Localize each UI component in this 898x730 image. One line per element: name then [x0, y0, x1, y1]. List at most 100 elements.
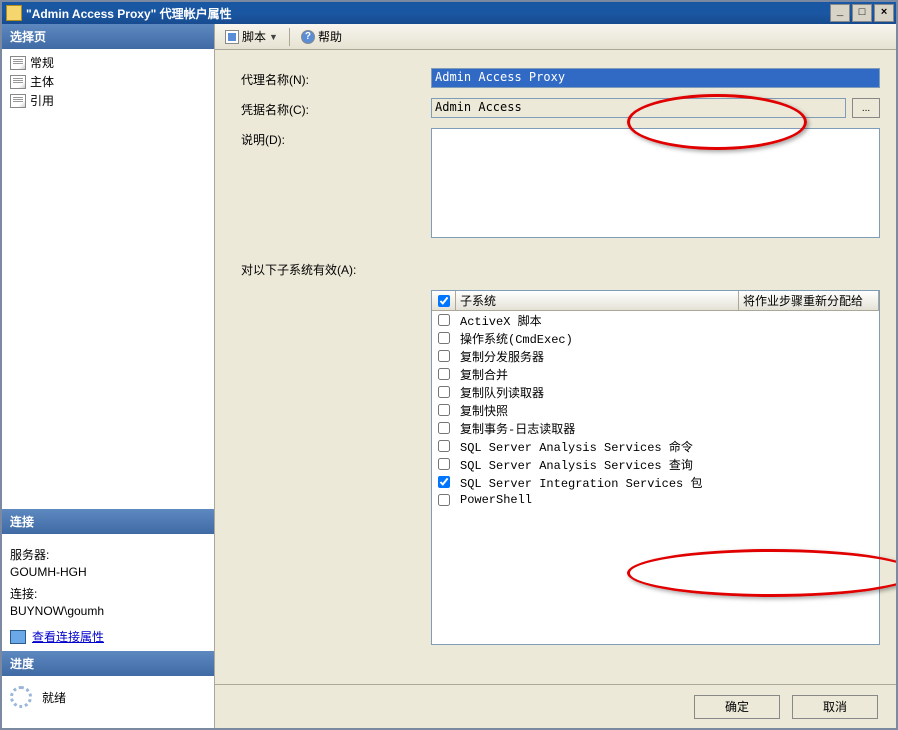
dialog-body: 选择页 常规 主体 引用 连接 服务器: GOUMH-HGH: [2, 24, 896, 728]
select-all-checkbox[interactable]: [438, 295, 450, 307]
row-checkbox[interactable]: [438, 440, 450, 452]
proxy-name-input[interactable]: Admin Access Proxy: [431, 68, 880, 88]
table-row[interactable]: 复制快照: [432, 401, 879, 419]
active-subsystems-label: 对以下子系统有效(A):: [241, 261, 880, 278]
select-page-header: 选择页: [2, 24, 214, 49]
cancel-button[interactable]: 取消: [792, 695, 878, 719]
script-button[interactable]: 脚本 ▼: [221, 26, 282, 47]
row-label: 操作系统(CmdExec): [456, 330, 739, 347]
page-icon: [10, 75, 26, 89]
row-checkbox[interactable]: [438, 458, 450, 470]
row-checkbox-cell: [432, 440, 456, 452]
right-pane: 脚本 ▼ ? 帮助 代理名称(N): Admin Access Proxy: [215, 24, 896, 728]
nav-label: 引用: [30, 92, 54, 109]
nav-label: 常规: [30, 54, 54, 71]
table-row[interactable]: 复制分发服务器: [432, 347, 879, 365]
row-checkbox[interactable]: [438, 350, 450, 362]
toolbar: 脚本 ▼ ? 帮助: [215, 24, 896, 50]
titlebar[interactable]: "Admin Access Proxy" 代理帐户属性 _ □ ×: [2, 2, 896, 24]
maximize-button[interactable]: □: [852, 4, 872, 22]
grid-body: ActiveX 脚本操作系统(CmdExec)复制分发服务器复制合并复制队列读取…: [432, 311, 879, 509]
row-label: 复制事务-日志读取器: [456, 420, 739, 437]
spinner-icon: [10, 686, 32, 708]
connection-panel: 服务器: GOUMH-HGH 连接: BUYNOW\goumh 查看连接属性: [2, 534, 214, 651]
row-checkbox[interactable]: [438, 332, 450, 344]
grid-header-check[interactable]: [432, 291, 456, 310]
row-checkbox-cell: [432, 458, 456, 470]
left-pane: 选择页 常规 主体 引用 连接 服务器: GOUMH-HGH: [2, 24, 215, 728]
script-label: 脚本: [242, 28, 266, 45]
nav-item-principals[interactable]: 主体: [8, 72, 208, 91]
form-area: 代理名称(N): Admin Access Proxy 凭据名称(C): Adm…: [215, 50, 896, 684]
grid-header-subsystem[interactable]: 子系统: [456, 291, 739, 310]
row-checkbox-cell: [432, 314, 456, 326]
grid-header-reassign[interactable]: 将作业步骤重新分配给: [739, 291, 879, 310]
row-checkbox-cell: [432, 422, 456, 434]
row-checkbox-cell: [432, 332, 456, 344]
progress-header: 进度: [2, 651, 214, 676]
page-icon: [10, 56, 26, 70]
page-icon: [10, 94, 26, 108]
row-checkbox[interactable]: [438, 494, 450, 506]
row-checkbox[interactable]: [438, 476, 450, 488]
row-checkbox-cell: [432, 404, 456, 416]
conn-value: BUYNOW\goumh: [10, 604, 206, 618]
view-connection-link[interactable]: 查看连接属性: [32, 628, 104, 645]
table-row[interactable]: SQL Server Analysis Services 命令: [432, 437, 879, 455]
help-label: 帮助: [318, 28, 342, 45]
table-row[interactable]: SQL Server Integration Services 包: [432, 473, 879, 491]
toolbar-separator: [289, 28, 290, 46]
row-checkbox[interactable]: [438, 314, 450, 326]
row-checkbox[interactable]: [438, 368, 450, 380]
row-checkbox-cell: [432, 494, 456, 506]
dialog-window: "Admin Access Proxy" 代理帐户属性 _ □ × 选择页 常规…: [0, 0, 898, 730]
chevron-down-icon: ▼: [269, 32, 278, 42]
nav-list: 常规 主体 引用: [2, 49, 214, 114]
browse-credential-button[interactable]: ...: [852, 98, 880, 118]
description-input[interactable]: [431, 128, 880, 238]
table-row[interactable]: SQL Server Analysis Services 查询: [432, 455, 879, 473]
row-label: 复制分发服务器: [456, 348, 739, 365]
progress-status: 就绪: [42, 689, 66, 706]
grid-header: 子系统 将作业步骤重新分配给: [432, 291, 879, 311]
table-row[interactable]: PowerShell: [432, 491, 879, 509]
description-label: 说明(D):: [241, 128, 431, 148]
nav-item-references[interactable]: 引用: [8, 91, 208, 110]
row-label: PowerShell: [456, 493, 739, 507]
help-icon: ?: [301, 30, 315, 44]
help-button[interactable]: ? 帮助: [297, 26, 346, 47]
close-button[interactable]: ×: [874, 4, 894, 22]
proxy-name-label: 代理名称(N):: [241, 68, 431, 88]
connection-header: 连接: [2, 509, 214, 534]
row-label: 复制合并: [456, 366, 739, 383]
connection-icon: [10, 630, 26, 644]
script-icon: [225, 30, 239, 44]
row-checkbox[interactable]: [438, 386, 450, 398]
row-label: ActiveX 脚本: [456, 312, 739, 329]
row-checkbox-cell: [432, 386, 456, 398]
row-checkbox[interactable]: [438, 404, 450, 416]
row-label: 复制快照: [456, 402, 739, 419]
app-icon: [6, 5, 22, 21]
row-checkbox-cell: [432, 368, 456, 380]
row-checkbox-cell: [432, 350, 456, 362]
row-label: SQL Server Analysis Services 查询: [456, 456, 739, 473]
table-row[interactable]: 复制事务-日志读取器: [432, 419, 879, 437]
subsystems-grid: 子系统 将作业步骤重新分配给 ActiveX 脚本操作系统(CmdExec)复制…: [431, 290, 880, 645]
row-checkbox[interactable]: [438, 422, 450, 434]
row-label: 复制队列读取器: [456, 384, 739, 401]
table-row[interactable]: ActiveX 脚本: [432, 311, 879, 329]
ok-button[interactable]: 确定: [694, 695, 780, 719]
server-label: 服务器:: [10, 546, 206, 563]
table-row[interactable]: 复制队列读取器: [432, 383, 879, 401]
nav-item-general[interactable]: 常规: [8, 53, 208, 72]
credential-name-input[interactable]: Admin Access: [431, 98, 846, 118]
nav-label: 主体: [30, 73, 54, 90]
table-row[interactable]: 操作系统(CmdExec): [432, 329, 879, 347]
server-value: GOUMH-HGH: [10, 565, 206, 579]
progress-panel: 就绪: [2, 676, 214, 728]
table-row[interactable]: 复制合并: [432, 365, 879, 383]
dialog-footer: 确定 取消: [215, 684, 896, 728]
minimize-button[interactable]: _: [830, 4, 850, 22]
row-checkbox-cell: [432, 476, 456, 488]
